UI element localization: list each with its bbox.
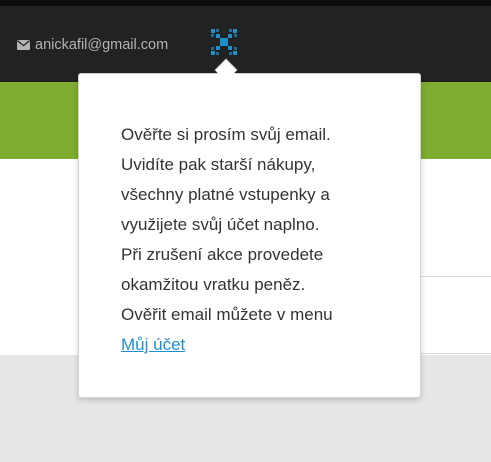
popover-line: využijete svůj účet naplno.	[121, 215, 320, 234]
popover-message: Ověřte si prosím svůj email. Uvidíte pak…	[121, 120, 381, 360]
account-menu[interactable]: anickafil@gmail.com	[17, 36, 168, 54]
popover-line: Ověřte si prosím svůj email.	[121, 125, 331, 144]
popover-line: všechny platné vstupenky a	[121, 185, 330, 204]
top-navigation-bar: anickafil@gmail.com	[0, 0, 491, 82]
my-account-link[interactable]: Můj účet	[121, 330, 185, 360]
top-strip	[0, 0, 491, 6]
popover-line: Ověřit email můžete v menu	[121, 305, 333, 324]
popover-line: Uvidíte pak starší nákupy,	[121, 155, 316, 174]
account-email: anickafil@gmail.com	[35, 37, 169, 53]
popover-line: Při zrušení akce provedete	[121, 245, 324, 264]
envelope-icon	[17, 40, 30, 50]
x-logo-icon[interactable]	[211, 29, 237, 55]
verify-email-popover: Ověřte si prosím svůj email. Uvidíte pak…	[78, 73, 421, 398]
popover-line: okamžitou vratku peněz.	[121, 275, 306, 294]
